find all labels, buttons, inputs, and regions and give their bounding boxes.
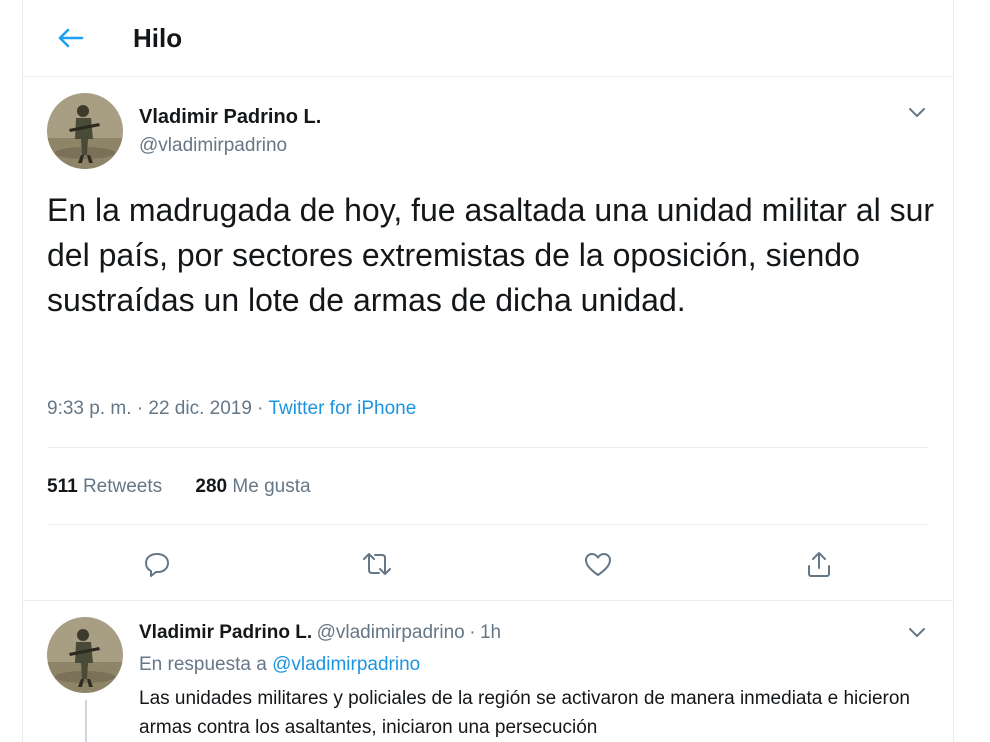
avatar-image [47, 93, 123, 169]
arrow-left-icon [58, 28, 84, 48]
page-header: Hilo [23, 0, 953, 77]
tweet-stats: 511 Retweets 280 Me gusta [47, 473, 311, 501]
divider [47, 524, 929, 525]
reply-author-name[interactable]: Vladimir Padrino L. [139, 622, 312, 643]
likes-count: 280 [195, 476, 228, 497]
likes-label: Me gusta [232, 476, 311, 497]
reply-context: En respuesta a @vladimirpadrino [139, 651, 420, 679]
retweets-count: 511 [47, 476, 78, 497]
retweet-icon [363, 553, 391, 575]
tweet-timestamp[interactable]: 9:33 p. m. · 22 dic. 2019 · [47, 398, 268, 419]
chevron-down-icon [909, 108, 925, 117]
tweet-menu-button[interactable] [902, 98, 932, 128]
reply-header: Vladimir Padrino L. @vladimirpadrino · 1… [139, 620, 501, 647]
reply-icon [145, 553, 169, 577]
reply-prefix: En respuesta a [139, 654, 267, 675]
thread-column: Hilo Vladimir Padrino L. @vladimirpadrin… [22, 0, 954, 742]
reply-time[interactable]: 1h [480, 622, 501, 643]
page-title: Hilo [133, 23, 183, 53]
share-button[interactable] [801, 546, 837, 582]
divider [47, 447, 929, 448]
thread-line [85, 700, 87, 742]
reply-button[interactable] [139, 546, 175, 582]
author-handle[interactable]: @vladimirpadrino [139, 133, 287, 159]
like-icon [585, 553, 611, 576]
likes-stat[interactable]: 280 Me gusta [195, 473, 310, 501]
author-name[interactable]: Vladimir Padrino L. [139, 104, 321, 130]
chevron-down-icon [909, 628, 925, 637]
reply-avatar[interactable] [47, 617, 123, 693]
reply-menu-button[interactable] [902, 618, 932, 648]
reply-mention-link[interactable]: @vladimirpadrino [272, 654, 420, 675]
section-separator [23, 600, 953, 601]
like-button[interactable] [580, 546, 616, 582]
tweet-text: En la madrugada de hoy, fue asaltada una… [47, 192, 935, 318]
avatar-image [47, 617, 123, 693]
reply-separator: · [469, 622, 476, 643]
reply-text: Las unidades militares y policiales de l… [139, 688, 910, 738]
avatar[interactable] [47, 93, 123, 169]
tweet-meta: 9:33 p. m. · 22 dic. 2019 · Twitter for … [47, 395, 416, 423]
retweets-stat[interactable]: 511 Retweets [47, 473, 162, 501]
reply-author-handle[interactable]: @vladimirpadrino [317, 622, 465, 643]
retweet-button[interactable] [359, 546, 395, 582]
share-icon [808, 552, 830, 577]
retweets-label: Retweets [82, 476, 163, 497]
back-button[interactable] [51, 18, 91, 58]
tweet-source-link[interactable]: Twitter for iPhone [268, 398, 416, 419]
